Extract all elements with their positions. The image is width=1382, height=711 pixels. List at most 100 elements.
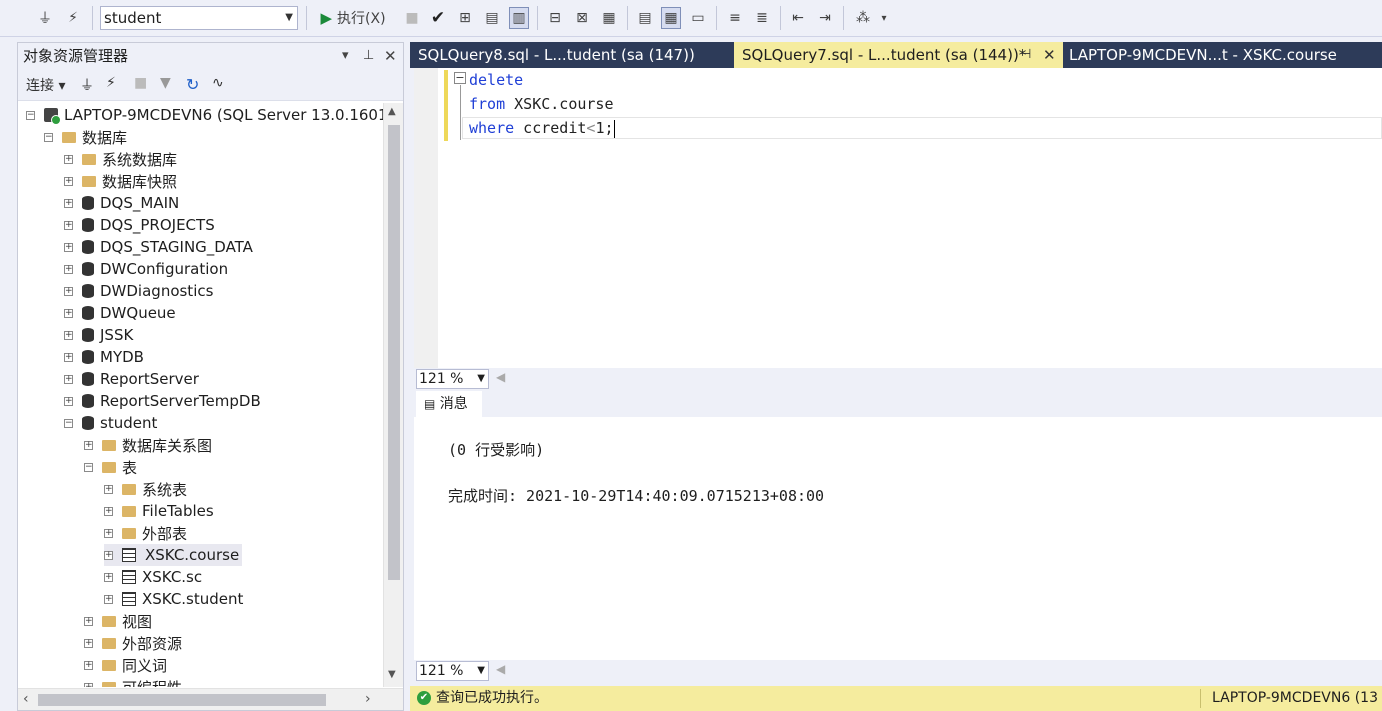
increase-indent-icon[interactable]: ⇥	[815, 7, 835, 29]
tree-node[interactable]: + 外部表	[104, 522, 187, 544]
collapse-icon[interactable]: −	[454, 72, 466, 84]
tree-node[interactable]: + XSKC.sc	[104, 566, 202, 588]
panel-menu-icon[interactable]: ▾	[342, 43, 349, 69]
tree-node[interactable]: + 数据库关系图	[84, 434, 212, 456]
refresh-icon[interactable]: ↻	[186, 75, 199, 94]
expand-icon[interactable]: +	[64, 264, 73, 274]
tree-node[interactable]: + MYDB	[64, 346, 144, 368]
results-to-grid-icon[interactable]: ▦	[661, 7, 681, 29]
execute-button[interactable]: ▶ 执行(X)	[314, 7, 392, 29]
activity-monitor-icon[interactable]: ∿	[212, 75, 224, 91]
tree-node[interactable]: − student	[64, 412, 157, 434]
toolbar-overflow-icon[interactable]: ▾	[878, 7, 890, 29]
connect-icon[interactable]: ⏚	[80, 75, 94, 95]
disconnect-icon[interactable]: ⚡	[106, 75, 116, 91]
tab-sqlquery7[interactable]: SQLQuery7.sql - L...tudent (sa (144))* ⊣…	[734, 42, 1063, 68]
expand-icon[interactable]: +	[64, 198, 73, 208]
close-icon[interactable]: ✕	[384, 43, 397, 69]
scroll-left-icon[interactable]: ◀	[496, 370, 505, 384]
scroll-left-icon[interactable]: ◀	[496, 662, 505, 676]
pin-icon[interactable]: ⊥	[363, 43, 374, 69]
filter-icon[interactable]: ▼	[160, 75, 171, 91]
tree-node[interactable]: + DQS_PROJECTS	[64, 214, 215, 236]
expand-icon[interactable]: +	[84, 616, 93, 626]
scroll-thumb[interactable]	[388, 125, 400, 580]
tree-node[interactable]: + 同义词	[84, 654, 167, 676]
database-selector[interactable]: student ▼	[100, 6, 298, 30]
comment-out-icon[interactable]: ≡	[725, 7, 745, 29]
scroll-right-icon[interactable]: ›	[365, 691, 371, 707]
tree-node[interactable]: + DWConfiguration	[64, 258, 228, 280]
results-to-text-icon[interactable]: ▤	[635, 7, 655, 29]
tab-sqlquery8[interactable]: SQLQuery8.sql - L...tudent (sa (147))	[410, 42, 732, 68]
expand-icon[interactable]: +	[64, 374, 73, 384]
tab-messages[interactable]: ▤ 消息	[416, 391, 482, 417]
estimated-plan-icon[interactable]: ⊞	[455, 7, 475, 29]
tree-node[interactable]: + DQS_MAIN	[64, 192, 179, 214]
expand-icon[interactable]: +	[64, 330, 73, 340]
collapse-icon[interactable]: −	[84, 462, 93, 472]
expand-icon[interactable]: +	[64, 176, 73, 186]
tree-node[interactable]: + JSSK	[64, 324, 133, 346]
results-zoom-select[interactable]: 121 % ▼	[416, 661, 489, 681]
expand-icon[interactable]: +	[64, 286, 73, 296]
client-stats-icon[interactable]: ▦	[599, 7, 619, 29]
expand-icon[interactable]: +	[64, 154, 73, 164]
vertical-scrollbar[interactable]: ▲ ▼	[383, 103, 403, 687]
expand-icon[interactable]: +	[84, 440, 93, 450]
uncomment-icon[interactable]: ≣	[752, 7, 772, 29]
stop-icon[interactable]: ■	[134, 75, 147, 91]
expand-icon[interactable]: +	[104, 484, 113, 494]
tree-node[interactable]: + FileTables	[104, 500, 214, 522]
expand-icon[interactable]: +	[104, 594, 113, 604]
decrease-indent-icon[interactable]: ⇤	[788, 7, 808, 29]
expand-icon[interactable]: +	[64, 308, 73, 318]
expand-icon[interactable]: +	[64, 352, 73, 362]
expand-icon[interactable]: +	[64, 396, 73, 406]
tree-node[interactable]: + DWQueue	[64, 302, 176, 324]
close-tab-icon[interactable]: ✕	[1043, 42, 1056, 68]
tree-node[interactable]: + 系统表	[104, 478, 187, 500]
expand-icon[interactable]: +	[104, 506, 113, 516]
tree-node[interactable]: + ReportServerTempDB	[64, 390, 261, 412]
scroll-down-icon[interactable]: ▼	[388, 669, 396, 680]
tree-node[interactable]: + XSKC.student	[104, 588, 243, 610]
tree-node[interactable]: + 外部资源	[84, 632, 182, 654]
pin-icon[interactable]: ⊣	[1020, 42, 1031, 68]
results-to-file-icon[interactable]: ▭	[688, 7, 708, 29]
live-stats-icon[interactable]: ⊠	[572, 7, 592, 29]
query-editor[interactable]: − delete from XSKC.course where ccredit<…	[414, 68, 1382, 368]
tree-node[interactable]: + DQS_STAGING_DATA	[64, 236, 253, 258]
collapse-icon[interactable]: −	[44, 132, 53, 142]
stop-icon[interactable]: ■	[402, 7, 422, 29]
intellisense-icon[interactable]: ▥	[509, 7, 529, 29]
tree-node[interactable]: + ReportServer	[64, 368, 199, 390]
connect-icon[interactable]: ⏚	[35, 7, 55, 29]
tree-node[interactable]: + 系统数据库	[64, 148, 177, 170]
tree-node[interactable]: + DWDiagnostics	[64, 280, 213, 302]
expand-icon[interactable]: +	[104, 550, 113, 560]
horizontal-scrollbar[interactable]: ‹ ›	[18, 688, 403, 710]
tree-node[interactable]: + 可编程性	[84, 676, 182, 687]
parse-checkmark-icon[interactable]: ✔	[428, 7, 448, 29]
tab-xskc-course[interactable]: LAPTOP-9MCDEVN...t - XSKC.course	[1061, 42, 1382, 68]
expand-icon[interactable]: +	[104, 528, 113, 538]
collapse-icon[interactable]: −	[64, 418, 73, 428]
actual-plan-icon[interactable]: ⊟	[545, 7, 565, 29]
expand-icon[interactable]: +	[64, 242, 73, 252]
scroll-up-icon[interactable]: ▲	[388, 106, 396, 117]
tree-node[interactable]: + XSKC.course	[104, 544, 243, 566]
expand-icon[interactable]: +	[64, 220, 73, 230]
connect-dropdown[interactable]: 连接 ▾	[26, 75, 65, 95]
tree-node[interactable]: − LAPTOP-9MCDEVN6 (SQL Server 13.0.1601.5	[26, 104, 383, 126]
tree-node[interactable]: + 视图	[84, 610, 152, 632]
scroll-thumb[interactable]	[38, 694, 326, 706]
editor-zoom-select[interactable]: 121 % ▼	[416, 369, 489, 389]
query-options-icon[interactable]: ▤	[482, 7, 502, 29]
expand-icon[interactable]: +	[84, 682, 93, 687]
tree-node[interactable]: + 数据库快照	[64, 170, 177, 192]
scroll-left-icon[interactable]: ‹	[23, 691, 29, 707]
expand-icon[interactable]: +	[84, 660, 93, 670]
expand-icon[interactable]: +	[84, 638, 93, 648]
collapse-icon[interactable]: −	[26, 110, 35, 120]
